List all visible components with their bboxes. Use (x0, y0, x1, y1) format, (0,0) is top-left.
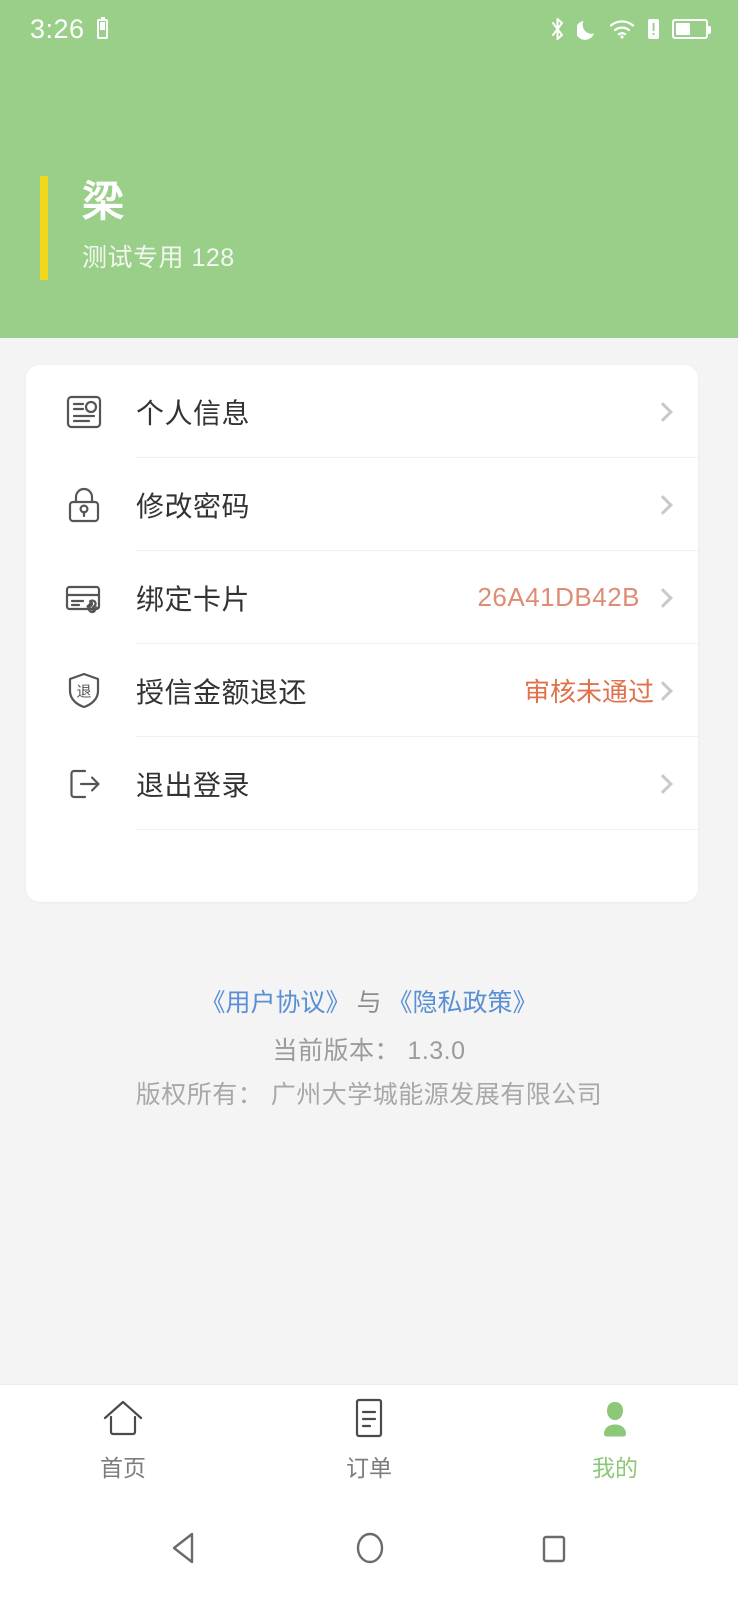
menu-item-label: 修改密码 (136, 490, 251, 522)
home-circle-icon[interactable] (352, 1529, 388, 1567)
android-nav-bar (0, 1496, 738, 1600)
order-list-icon (349, 1398, 389, 1439)
version-text: 当前版本： 1.3.0 (272, 1036, 466, 1065)
back-triangle-icon[interactable] (168, 1530, 202, 1566)
privacy-policy-link[interactable]: 《隐私政策》 (388, 989, 538, 1017)
home-icon (101, 1399, 145, 1439)
chevron-right-icon (653, 587, 673, 608)
lock-icon (50, 482, 118, 528)
copyright-text: 版权所有： 广州大学城能源发展有限公司 (135, 1080, 603, 1109)
user-name: 梁 (82, 178, 125, 225)
status-time: 3:26 (30, 13, 85, 44)
mini-battery-icon (96, 17, 108, 39)
menu-item-value: 26A41DB42B (477, 582, 640, 612)
id-card-icon (50, 389, 118, 435)
menu-item-label: 个人信息 (136, 397, 251, 429)
recents-square-icon[interactable] (538, 1530, 570, 1566)
menu-item-personal-info[interactable]: 个人信息 (26, 365, 698, 458)
tab-orders[interactable]: 订单 (246, 1398, 492, 1483)
tab-home[interactable]: 首页 (0, 1399, 246, 1483)
user-identity-block: 梁 测试专用 128 (40, 176, 235, 281)
menu-item-label: 退出登录 (136, 769, 251, 801)
bottom-tab-bar: 首页 订单 我的 (0, 1384, 738, 1496)
footer: 《用户协议》与《隐私政策》 当前版本： 1.3.0 版权所有： 广州大学城能源发… (0, 985, 738, 1111)
legal-links: 《用户协议》与《隐私政策》 (0, 985, 738, 1023)
accent-bar (40, 176, 48, 281)
vibrate-alert-icon (648, 19, 659, 39)
svg-text:退: 退 (76, 683, 91, 700)
user-subtitle: 测试专用 128 (82, 244, 235, 273)
chevron-right-icon (653, 680, 673, 701)
card-link-icon (50, 575, 118, 621)
tab-mine[interactable]: 我的 (492, 1399, 738, 1483)
chevron-right-icon (653, 773, 673, 794)
chevron-right-icon (653, 494, 673, 515)
settings-card: 个人信息 修改密码 绑定卡片 26A41DB42B 退 授信金额退还 审核未通过… (26, 365, 698, 902)
profile-header: 3:26 梁 测试专用 128 (0, 0, 738, 338)
phone-screen: 3:26 梁 测试专用 128 个人信息 修改密码 绑定卡片 26A41DB42… (0, 0, 738, 1600)
menu-item-label: 授信金额退还 (136, 676, 308, 708)
tab-label: 我的 (592, 1454, 638, 1481)
status-bar-right (549, 17, 711, 41)
menu-item-logout[interactable]: 退出登录 (26, 737, 698, 830)
battery-icon (672, 19, 711, 39)
row-divider (136, 829, 698, 830)
links-conjunction: 与 (356, 989, 382, 1017)
wifi-icon (609, 20, 635, 39)
menu-item-label: 绑定卡片 (136, 583, 251, 615)
menu-item-credit-refund[interactable]: 退 授信金额退还 审核未通过 (26, 644, 698, 737)
tab-label: 订单 (346, 1454, 392, 1481)
shield-refund-icon: 退 (50, 668, 118, 714)
person-icon (593, 1399, 637, 1439)
chevron-right-icon (653, 401, 673, 422)
status-bar: 3:26 (0, 0, 738, 58)
tab-label: 首页 (100, 1454, 146, 1481)
bluetooth-icon (552, 18, 563, 40)
menu-item-change-password[interactable]: 修改密码 (26, 458, 698, 551)
user-agreement-link[interactable]: 《用户协议》 (200, 989, 350, 1017)
logout-icon (50, 761, 118, 807)
menu-item-bound-card[interactable]: 绑定卡片 26A41DB42B (26, 551, 698, 644)
do-not-disturb-moon-icon (577, 21, 594, 40)
menu-item-status-value: 审核未通过 (523, 677, 654, 707)
status-bar-left: 3:26 (30, 14, 108, 45)
